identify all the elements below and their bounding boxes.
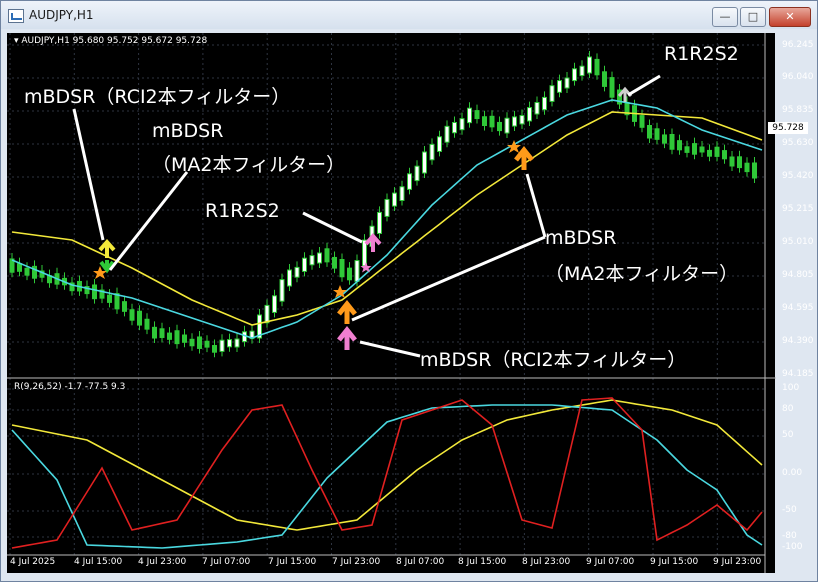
candle (654, 122, 660, 145)
candle (684, 140, 690, 158)
candle (294, 261, 300, 283)
candle (647, 119, 652, 143)
arrow-up-icon (364, 232, 382, 252)
candle (467, 102, 472, 128)
candle (347, 262, 352, 285)
candle (564, 72, 570, 93)
candle (407, 167, 412, 195)
candle (317, 247, 322, 268)
candle (234, 333, 240, 352)
candle (272, 289, 277, 318)
candle (639, 109, 645, 133)
candle (249, 325, 255, 344)
pointer-line (525, 173, 547, 238)
candle (429, 138, 435, 165)
candle (504, 112, 510, 138)
candle (264, 299, 270, 328)
candle (437, 130, 442, 157)
rci-mid-line (11, 404, 763, 549)
candle (602, 65, 607, 92)
candles (9, 51, 757, 358)
candle (444, 120, 450, 148)
candle (189, 333, 195, 351)
pointer-line (302, 211, 363, 244)
candle (144, 313, 150, 335)
candle (302, 252, 307, 277)
candle (257, 309, 262, 343)
candle (489, 110, 495, 132)
candle (197, 330, 202, 354)
candle (392, 187, 397, 212)
candle (669, 128, 675, 155)
candle (662, 128, 667, 149)
candle (174, 324, 180, 349)
candle (114, 287, 120, 314)
candle (279, 273, 285, 307)
rci-short-line (11, 397, 763, 549)
candle (227, 333, 232, 352)
candle (92, 279, 97, 304)
candle (744, 157, 750, 177)
candle (107, 289, 112, 308)
candle (9, 253, 15, 278)
candle (122, 295, 127, 317)
candle (399, 180, 405, 206)
pointer-line (351, 235, 546, 322)
candle (519, 109, 525, 129)
candle (707, 144, 712, 162)
candle (309, 249, 315, 270)
candle (129, 303, 135, 326)
candle (617, 84, 622, 109)
candle (699, 141, 705, 157)
pointer-line (72, 108, 105, 241)
candle (474, 104, 480, 124)
candle (332, 251, 337, 274)
candle (452, 116, 457, 138)
candle (182, 329, 187, 348)
candle (752, 157, 757, 183)
candle (152, 321, 157, 343)
candle (737, 150, 742, 173)
candle (204, 335, 210, 353)
candle (84, 280, 90, 299)
candle (99, 284, 105, 304)
candle (497, 116, 502, 136)
candle (384, 193, 390, 222)
candle (527, 101, 532, 126)
candle (534, 96, 540, 119)
candle (422, 146, 427, 178)
candle (482, 110, 487, 131)
candle (159, 322, 165, 343)
candle (32, 260, 37, 284)
candle (459, 112, 465, 135)
pointer-line (108, 171, 189, 271)
candle (594, 53, 600, 80)
pointer-line (627, 74, 661, 97)
candle (587, 51, 592, 78)
candle (572, 62, 577, 86)
arrow-up-icon (337, 325, 357, 350)
candle (377, 206, 382, 239)
candle (339, 253, 345, 282)
candle (287, 264, 292, 291)
candle (609, 71, 615, 103)
candle (722, 144, 727, 164)
arrow-up-icon (98, 238, 116, 258)
candle (17, 257, 22, 277)
candle (324, 242, 330, 267)
candle (47, 269, 52, 288)
candle (692, 137, 697, 160)
candle (677, 134, 682, 155)
candle (549, 79, 555, 107)
candle (729, 151, 735, 171)
candle (69, 277, 75, 296)
candle (219, 334, 225, 357)
candle (512, 110, 517, 132)
chart-plot (7, 33, 776, 573)
candle (414, 160, 420, 186)
pointer-line (359, 340, 421, 358)
